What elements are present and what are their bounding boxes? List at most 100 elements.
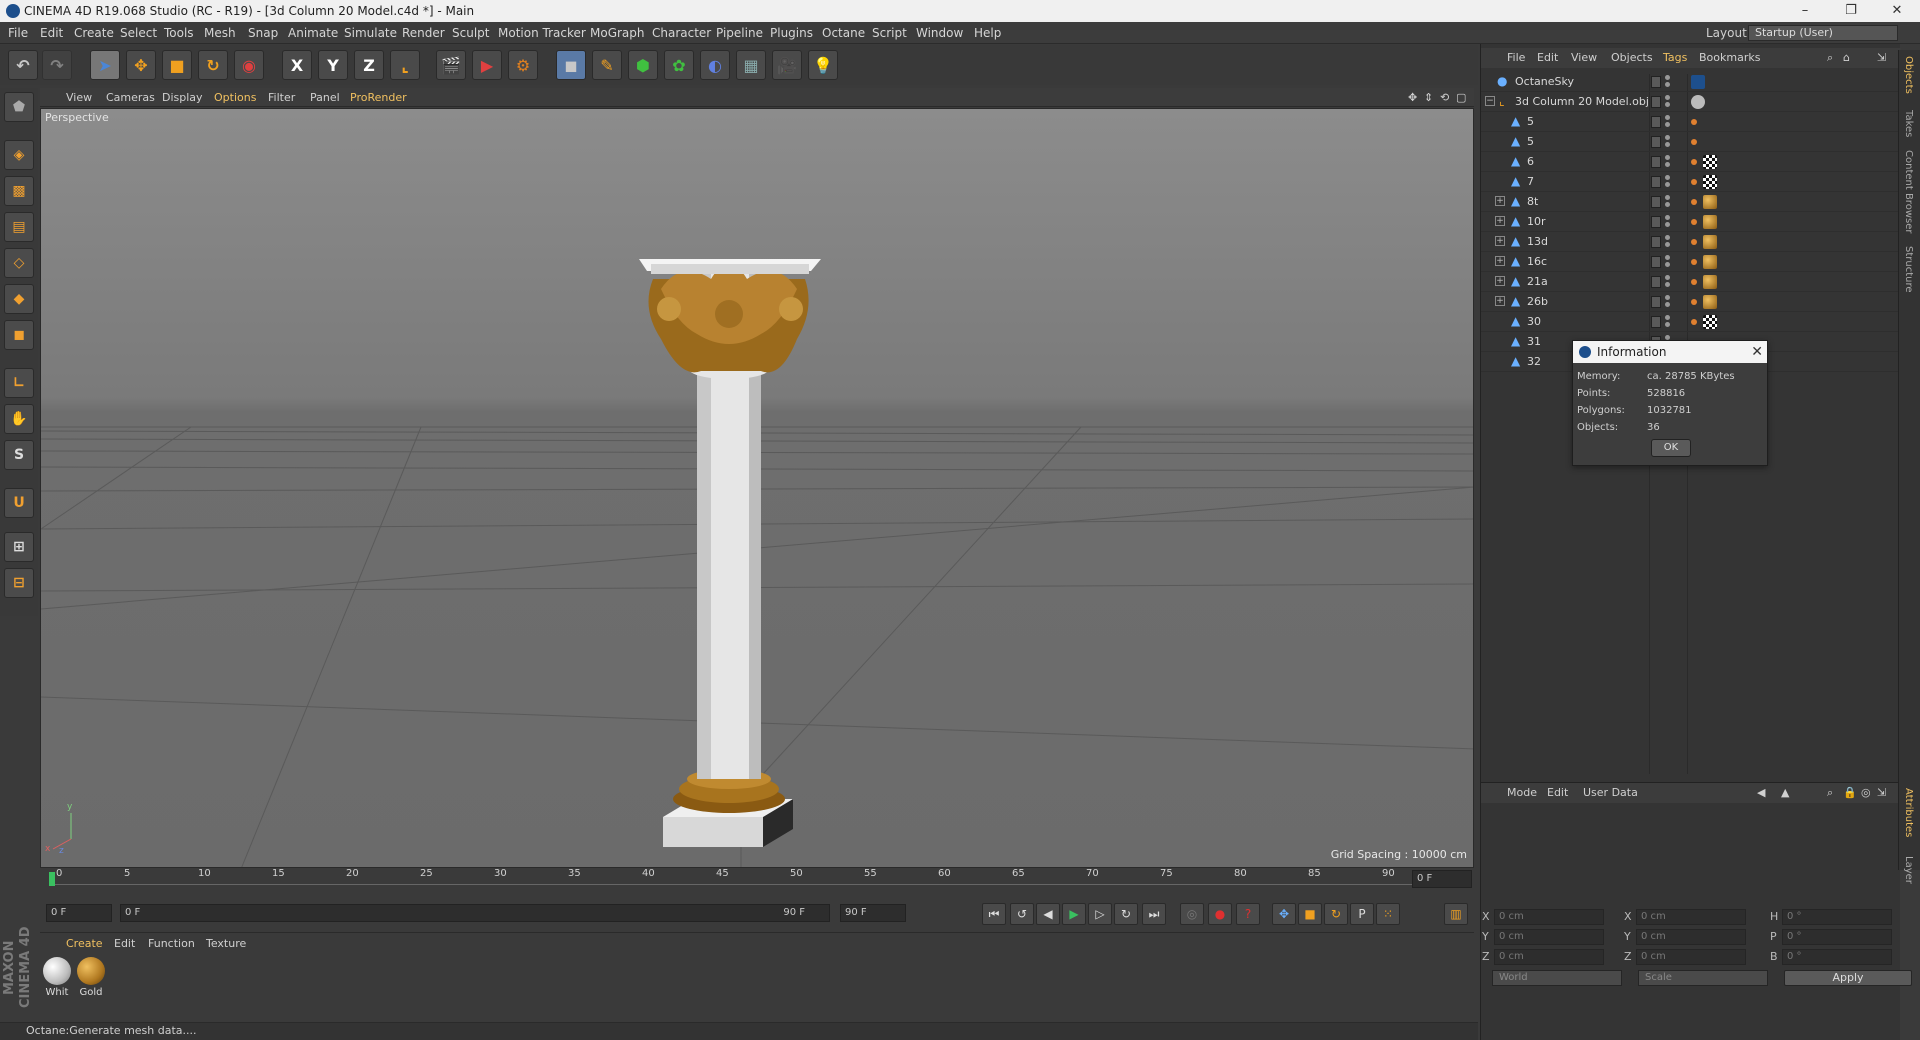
menu-window[interactable]: Window xyxy=(916,22,963,44)
live-selection-icon[interactable]: ◉ xyxy=(234,50,264,80)
object-row-21a[interactable]: + ▲ 21a xyxy=(1481,272,1901,292)
material-menu-create[interactable]: Create xyxy=(66,935,103,953)
expand-toggle[interactable]: + xyxy=(1495,236,1505,246)
end-frame-field[interactable]: 90 F xyxy=(840,904,906,922)
points-mode-icon[interactable]: ◇ xyxy=(4,248,34,278)
up-arrow-icon[interactable]: ▲ xyxy=(1781,783,1789,803)
texture-tag-icon[interactable] xyxy=(1691,219,1697,225)
size-y-field[interactable]: 0 cm xyxy=(1636,929,1746,945)
floor-icon[interactable]: ▦ xyxy=(736,50,766,80)
menu-edit[interactable]: Edit xyxy=(40,22,63,44)
menu-animate[interactable]: Animate xyxy=(288,22,338,44)
visibility-toggle[interactable] xyxy=(1651,236,1661,248)
scale-icon[interactable]: ■ xyxy=(162,50,192,80)
render-dots[interactable] xyxy=(1665,295,1671,309)
menu-motion-tracker[interactable]: Motion Tracker xyxy=(498,22,586,44)
texture-tag-icon[interactable] xyxy=(1691,259,1697,265)
phong-tag-icon[interactable] xyxy=(1691,95,1705,109)
texture-tag-icon[interactable] xyxy=(1691,179,1697,185)
menu-character[interactable]: Character xyxy=(652,22,711,44)
object-row-13d[interactable]: + ▲ 13d xyxy=(1481,232,1901,252)
tab-attributes[interactable]: Attributes xyxy=(1903,788,1914,837)
minimize-button[interactable]: – xyxy=(1782,0,1828,22)
texture-tag-icon[interactable] xyxy=(1691,139,1697,145)
visibility-toggle[interactable] xyxy=(1651,96,1661,108)
render-picture-viewer-icon[interactable]: ▶ xyxy=(472,50,502,80)
object-row-octanesky[interactable]: ● OctaneSky xyxy=(1481,72,1901,92)
expand-toggle[interactable]: + xyxy=(1495,216,1505,226)
coordinate-system-icon[interactable]: ⌞ xyxy=(390,50,420,80)
search-icon[interactable]: ⌕ xyxy=(1827,48,1833,68)
z-axis-icon[interactable]: Z xyxy=(354,50,384,80)
locked-workplane-icon[interactable]: ⊞ xyxy=(4,532,34,562)
texture-tag-icon[interactable] xyxy=(1691,239,1697,245)
key-rotation-icon[interactable]: ↻ xyxy=(1324,903,1348,925)
tab-layer[interactable]: Layer xyxy=(1903,856,1914,884)
viewport-menu-filter[interactable]: Filter xyxy=(268,88,295,107)
object-row-16c[interactable]: + ▲ 16c xyxy=(1481,252,1901,272)
tab-objects[interactable]: Objects xyxy=(1903,56,1914,94)
tab-takes[interactable]: Takes xyxy=(1903,110,1914,137)
menu-simulate[interactable]: Simulate xyxy=(344,22,397,44)
material-white[interactable]: Whit xyxy=(42,957,72,998)
viewport-move-icon[interactable]: ✥ xyxy=(1408,88,1417,107)
viewport-menu-display[interactable]: Display xyxy=(162,88,203,107)
texture-mode-icon[interactable]: ▩ xyxy=(4,176,34,206)
visibility-toggle[interactable] xyxy=(1651,216,1661,228)
viewport-rotate-icon[interactable]: ⟲ xyxy=(1440,88,1449,107)
size-mode-dropdown[interactable]: Scale xyxy=(1638,970,1768,986)
panel-expand-icon[interactable]: ⇲ xyxy=(1877,783,1886,803)
pos-z-field[interactable]: 0 cm xyxy=(1494,949,1604,965)
render-dots[interactable] xyxy=(1665,215,1671,229)
play-icon[interactable]: ▶ xyxy=(1062,903,1086,925)
viewport-menu-prorender[interactable]: ProRender xyxy=(350,88,407,107)
objects-menu-file[interactable]: File xyxy=(1507,48,1525,68)
visibility-toggle[interactable] xyxy=(1651,116,1661,128)
uvw-tag-icon[interactable] xyxy=(1703,315,1717,329)
close-window-button[interactable]: ✕ xyxy=(1874,0,1920,22)
expand-toggle[interactable]: + xyxy=(1495,276,1505,286)
workplane-mode-icon[interactable]: ▤ xyxy=(4,212,34,242)
undo-icon[interactable]: ↶ xyxy=(8,50,38,80)
model-mode-icon[interactable]: ◈ xyxy=(4,140,34,170)
render-dots[interactable] xyxy=(1665,155,1671,169)
timeline-window-icon[interactable]: ▥ xyxy=(1444,903,1468,925)
rot-h-field[interactable]: 0 ° xyxy=(1782,909,1892,925)
objects-menu-bookmarks[interactable]: Bookmarks xyxy=(1699,48,1760,68)
menu-render[interactable]: Render xyxy=(402,22,445,44)
render-dots[interactable] xyxy=(1665,175,1671,189)
gold-material-tag-icon[interactable] xyxy=(1703,235,1717,249)
render-view-icon[interactable]: 🎬 xyxy=(436,50,466,80)
gold-material-tag-icon[interactable] xyxy=(1703,215,1717,229)
attributes-menu-edit[interactable]: Edit xyxy=(1547,783,1568,803)
maximize-button[interactable]: ❐ xyxy=(1828,0,1874,22)
object-row-10r[interactable]: + ▲ 10r xyxy=(1481,212,1901,232)
x-axis-icon[interactable]: X xyxy=(282,50,312,80)
cube-icon[interactable]: ◼ xyxy=(556,50,586,80)
back-arrow-icon[interactable]: ◀ xyxy=(1757,783,1765,803)
expand-toggle[interactable]: + xyxy=(1495,196,1505,206)
uvw-tag-icon[interactable] xyxy=(1703,175,1717,189)
viewport-menu-view[interactable]: View xyxy=(66,88,92,107)
subdivision-icon[interactable]: ⬢ xyxy=(628,50,658,80)
material-menu-function[interactable]: Function xyxy=(148,935,195,953)
object-row-8t[interactable]: + ▲ 8t xyxy=(1481,192,1901,212)
viewport-maximize-icon[interactable]: ▢ xyxy=(1456,88,1466,107)
render-dots[interactable] xyxy=(1665,95,1671,109)
snap-icon[interactable]: S xyxy=(4,440,34,470)
tab-content-browser[interactable]: Content Browser xyxy=(1903,150,1914,233)
camera-icon[interactable]: 🎥 xyxy=(772,50,802,80)
menu-file[interactable]: File xyxy=(8,22,28,44)
object-row-column-model[interactable]: − ⌞ 3d Column 20 Model.obj xyxy=(1481,92,1901,112)
texture-tag-icon[interactable] xyxy=(1691,319,1697,325)
pen-spline-icon[interactable]: ✎ xyxy=(592,50,622,80)
material-menu-texture[interactable]: Texture xyxy=(206,935,246,953)
layout-select[interactable]: Startup (User) xyxy=(1748,25,1898,41)
prev-key-icon[interactable]: ↺ xyxy=(1010,903,1034,925)
render-dots[interactable] xyxy=(1665,195,1671,209)
lock-icon[interactable]: 🔒 xyxy=(1843,783,1857,803)
viewport-menu-panel[interactable]: Panel xyxy=(310,88,340,107)
octane-sky-tag-icon[interactable] xyxy=(1691,75,1705,89)
tweak-mode-icon[interactable]: ✋ xyxy=(4,404,34,434)
light-icon[interactable]: 💡 xyxy=(808,50,838,80)
